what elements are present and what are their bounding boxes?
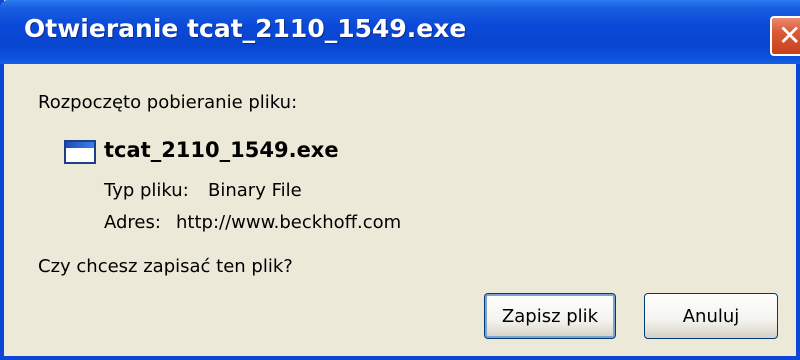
file-name: tcat_2110_1549.exe (104, 138, 339, 162)
question-text: Czy chcesz zapisać ten plik? (38, 256, 293, 277)
address-value: http://www.beckhoff.com (176, 212, 402, 233)
title-bar[interactable]: Otwieranie tcat_2110_1549.exe ✕ (0, 0, 800, 64)
application-window-icon (64, 140, 96, 164)
file-type-label: Typ pliku: (104, 180, 189, 201)
address-label: Adres: (104, 212, 161, 233)
file-type-value: Binary File (208, 180, 302, 201)
download-dialog: Otwieranie tcat_2110_1549.exe ✕ Rozpoczę… (0, 0, 800, 360)
cancel-button[interactable]: Anuluj (644, 293, 778, 339)
close-button[interactable]: ✕ (770, 16, 800, 56)
intro-text: Rozpoczęto pobieranie pliku: (38, 92, 298, 113)
close-icon: ✕ (778, 19, 800, 52)
save-file-button[interactable]: Zapisz plik (484, 293, 616, 339)
dialog-title: Otwieranie tcat_2110_1549.exe (24, 14, 467, 43)
